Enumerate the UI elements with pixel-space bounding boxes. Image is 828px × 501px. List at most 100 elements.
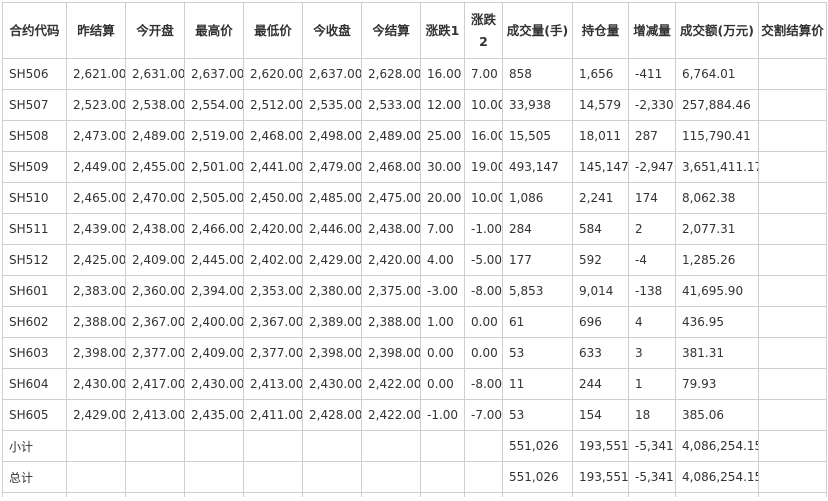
table-row: SH604 2,430.00 2,417.00 2,430.00 2,413.00 2,4… — [2, 368, 827, 400]
table-cell: 2,468.00 — [243, 120, 303, 152]
table-body: SH506 2,621.00 2,631.00 2,637.00 2,620.00 2,6… — [2, 58, 827, 497]
table-cell: 2,637.00 — [302, 58, 362, 90]
total-row: 总计 551,026 193,551 -5,341 4,086,254.15 — [2, 461, 827, 493]
table-cell — [758, 275, 827, 307]
table-cell: 7.00 — [420, 213, 465, 245]
table-cell: 2,394.00 — [184, 275, 244, 307]
header-delivery-settle: 交割结算价 — [758, 2, 827, 59]
table-cell: 2,489.00 — [125, 120, 185, 152]
table-cell: 2,470.00 — [125, 182, 185, 214]
table-cell: 0.00 — [420, 368, 465, 400]
table-cell: 3,651,411.17 — [675, 151, 759, 183]
table-cell: 0.00 — [420, 337, 465, 369]
table-cell: -138 — [628, 275, 676, 307]
table-cell: SH605 — [2, 399, 67, 431]
table-cell: SH601 — [2, 275, 67, 307]
subtotal-open-interest: 193,551 — [572, 430, 629, 462]
header-low: 最低价 — [243, 2, 303, 59]
header-close: 今收盘 — [302, 2, 362, 59]
table-cell: SH507 — [2, 89, 67, 121]
table-cell: 18,011 — [572, 120, 629, 152]
table-cell: SH511 — [2, 213, 67, 245]
table-cell: 1 — [628, 368, 676, 400]
table-cell: 6,764.01 — [675, 58, 759, 90]
table-cell: 2,389.00 — [302, 306, 362, 338]
total-change: -5,341 — [628, 461, 676, 493]
table-cell: 2,479.00 — [302, 151, 362, 183]
table-cell: 0.00 — [464, 337, 503, 369]
table-cell: -8.00 — [464, 275, 503, 307]
table-cell — [758, 368, 827, 400]
table-cell: 2,411.00 — [243, 399, 303, 431]
table-cell: -1.00 — [420, 399, 465, 431]
table-cell: 79.93 — [675, 368, 759, 400]
table-cell: 5,853 — [502, 275, 573, 307]
table-cell: 2,637.00 — [184, 58, 244, 90]
table-cell: SH509 — [2, 151, 67, 183]
table-cell: 2,468.00 — [361, 151, 421, 183]
table-cell: 9,014 — [572, 275, 629, 307]
table-cell: -4 — [628, 244, 676, 276]
table-cell: 2,449.00 — [66, 151, 126, 183]
table-cell: 2,413.00 — [125, 399, 185, 431]
table-cell: 1,656 — [572, 58, 629, 90]
total-volume: 551,026 — [502, 461, 573, 493]
table-cell: SH510 — [2, 182, 67, 214]
table-cell: 2,428.00 — [302, 399, 362, 431]
table-cell — [758, 244, 827, 276]
total-label: 总计 — [2, 461, 67, 493]
header-change2: 涨跌2 — [464, 2, 503, 59]
table-cell: SH603 — [2, 337, 67, 369]
table-cell: 53 — [502, 337, 573, 369]
table-cell: 2,388.00 — [361, 306, 421, 338]
table-cell: 177 — [502, 244, 573, 276]
table-cell: 7.00 — [464, 58, 503, 90]
header-volume: 成交量(手) — [502, 2, 573, 59]
table-cell: 2,377.00 — [243, 337, 303, 369]
table-cell: 2,422.00 — [361, 368, 421, 400]
table-cell: 30.00 — [420, 151, 465, 183]
header-open: 今开盘 — [125, 2, 185, 59]
table-cell: 2,631.00 — [125, 58, 185, 90]
header-settle: 今结算 — [361, 2, 421, 59]
table-cell: 244 — [572, 368, 629, 400]
table-cell: 2,628.00 — [361, 58, 421, 90]
table-cell: 1.00 — [420, 306, 465, 338]
table-cell: 287 — [628, 120, 676, 152]
table-cell: 2,420.00 — [243, 213, 303, 245]
table-cell: 2,429.00 — [302, 244, 362, 276]
table-cell: 174 — [628, 182, 676, 214]
table-cell: 2,425.00 — [66, 244, 126, 276]
table-cell: 18 — [628, 399, 676, 431]
table-row: SH510 2,465.00 2,470.00 2,505.00 2,450.00 2,4… — [2, 182, 827, 214]
table-cell: 61 — [502, 306, 573, 338]
table-cell — [758, 306, 827, 338]
table-cell: 2,077.31 — [675, 213, 759, 245]
table-cell: 2,535.00 — [302, 89, 362, 121]
table-cell: 20.00 — [420, 182, 465, 214]
table-row: SH511 2,439.00 2,438.00 2,466.00 2,420.00 2,4… — [2, 213, 827, 245]
table-bottom-edge — [2, 492, 827, 497]
table-cell: -3.00 — [420, 275, 465, 307]
table-cell: 493,147 — [502, 151, 573, 183]
table-cell: 2,429.00 — [66, 399, 126, 431]
table-cell: 41,695.90 — [675, 275, 759, 307]
table-cell: 2,375.00 — [361, 275, 421, 307]
table-cell: 2,413.00 — [243, 368, 303, 400]
table-cell: 2,473.00 — [66, 120, 126, 152]
table-cell — [758, 182, 827, 214]
table-cell: 33,938 — [502, 89, 573, 121]
table-cell — [758, 151, 827, 183]
table-cell: 10.00 — [464, 89, 503, 121]
table-cell: 385.06 — [675, 399, 759, 431]
table-cell: 53 — [502, 399, 573, 431]
table-cell: 2,554.00 — [184, 89, 244, 121]
table-cell: 592 — [572, 244, 629, 276]
table-cell — [758, 399, 827, 431]
table-cell: -2,330 — [628, 89, 676, 121]
table-cell: 2 — [628, 213, 676, 245]
table-cell: 2,377.00 — [125, 337, 185, 369]
table-cell: -411 — [628, 58, 676, 90]
table-cell: 2,420.00 — [361, 244, 421, 276]
table-cell: 2,383.00 — [66, 275, 126, 307]
